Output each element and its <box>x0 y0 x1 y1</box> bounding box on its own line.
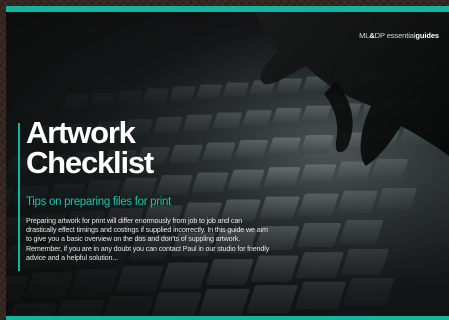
cover-sheet: ML&DP essentialguides Artwork Checklist … <box>6 6 449 320</box>
keyboard-key <box>153 116 183 133</box>
keyboard-key <box>191 172 229 193</box>
brand-label: ML&DP essentialguides <box>359 31 439 40</box>
keyboard-key <box>183 114 213 131</box>
keyboard-key <box>196 84 222 99</box>
keyboard-key <box>298 193 339 216</box>
keyboard-key <box>235 139 268 158</box>
keyboard-key <box>263 167 301 188</box>
title-line-2: Checklist <box>26 145 154 180</box>
keyboard-key <box>169 144 203 163</box>
keyboard-key <box>25 272 73 299</box>
keyboard-key <box>301 105 332 122</box>
keyboard-key <box>337 190 378 213</box>
keyboard-key <box>227 169 265 190</box>
keyboard-key <box>116 90 143 105</box>
keyboard-key <box>371 158 408 179</box>
keyboard-key <box>63 94 89 109</box>
brand-prefix: ML <box>359 31 370 40</box>
keyboard-key <box>297 222 341 247</box>
brand-suffix: guides <box>415 31 439 40</box>
keyboard-key <box>205 259 254 286</box>
keyboard-key <box>339 219 383 244</box>
keyboard-key <box>300 135 334 154</box>
brand-mid: DP essential <box>374 31 416 40</box>
keyboard-key <box>160 262 209 289</box>
keyboard-key <box>70 269 118 296</box>
keyboard-key <box>276 78 302 93</box>
keyboard-key <box>299 164 336 185</box>
keyboard-key <box>89 92 116 107</box>
keyboard-key <box>212 112 242 129</box>
keyboard-key <box>294 281 346 310</box>
keyboard-key <box>223 82 249 97</box>
keyboard-key <box>169 86 196 101</box>
keyboard-key <box>242 110 272 127</box>
keyboard-key <box>343 277 395 306</box>
top-accent-bar <box>6 6 449 12</box>
page-subtitle: Tips on preparing files for print <box>26 196 171 208</box>
keyboard-key <box>120 177 157 198</box>
page-title: Artwork Checklist <box>26 117 154 180</box>
keyboard-key <box>198 288 250 317</box>
keyboard-key <box>115 265 164 292</box>
keyboard-key <box>202 142 236 161</box>
keyboard-key <box>341 248 389 275</box>
keyboard-key <box>296 252 344 279</box>
keyboard-key <box>143 88 169 103</box>
intro-paragraph: Preparing artwork for print will differ … <box>26 216 270 262</box>
keyboard-key <box>376 187 417 210</box>
keyboard-key <box>267 137 301 156</box>
title-accent-line <box>18 123 20 271</box>
bottom-accent-bar <box>6 316 449 320</box>
keyboard-key <box>246 285 298 314</box>
page: ML&DP essentialguides Artwork Checklist … <box>0 0 449 320</box>
keyboard-key <box>272 107 302 124</box>
keyboard-key <box>156 175 193 196</box>
